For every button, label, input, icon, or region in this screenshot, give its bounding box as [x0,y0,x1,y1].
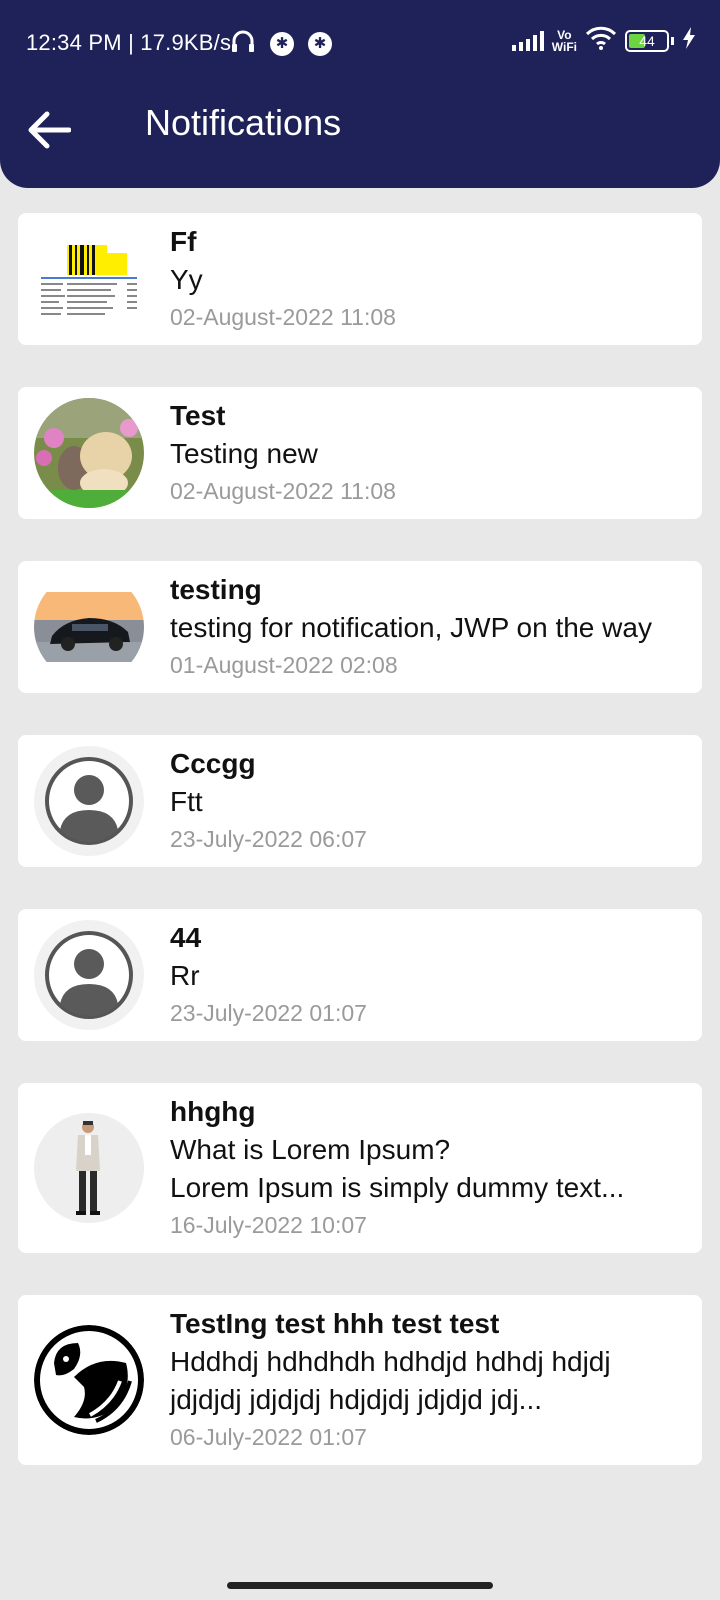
notification-body: Yy [170,264,203,295]
notification-date: 16-July-2022 10:07 [170,1212,367,1238]
notification-title: Ff [170,226,197,257]
notification-item[interactable]: Test Testing new 02-August-2022 11:08 [18,387,702,519]
battery-level: 44 [639,32,655,49]
notification-date: 02-August-2022 11:08 [170,304,396,330]
status-time: 12:34 PM | 17.9KB/s [26,30,232,55]
notification-date: 01-August-2022 02:08 [170,652,398,678]
notification-list: Ff Yy 02-August-2022 11:08 Test Testing … [18,213,702,1507]
charging-icon [682,27,696,54]
signal-icon [511,30,544,51]
gear-icon-2: ✱ [308,31,332,56]
notification-item[interactable]: Ff Yy 02-August-2022 11:08 [18,213,702,345]
arrow-left-icon [28,111,71,149]
notification-date: 06-July-2022 01:07 [170,1424,367,1450]
battery-icon: 44 [625,29,669,52]
logo-icon [34,1325,144,1435]
battery-cap [671,36,674,45]
notification-body: Hddhdj hdhdhdh hdhdjd hdhdj hdjdj jdjdjd… [170,1346,611,1415]
notification-item[interactable]: testing testing for notification, JWP on… [18,561,702,693]
status-right: Vo WiFi 44 [511,26,696,55]
vowifi-icon: Vo WiFi [551,27,577,54]
notification-date: 23-July-2022 01:07 [170,1000,367,1026]
wifi-icon [585,26,617,55]
notification-body: testing for notification, JWP on the way [170,612,652,643]
headphones-icon [230,28,256,59]
notification-thumbnail [34,1113,144,1223]
notification-body: What is Lorem Ipsum? Lorem Ipsum is simp… [170,1134,625,1203]
notification-date: 02-August-2022 11:08 [170,478,396,504]
status-icons-left: ✱ ✱ [230,28,332,59]
back-button[interactable] [22,104,74,156]
status-bar: 12:34 PM | 17.9KB/s ✱ ✱ Vo WiFi 44 [0,0,720,86]
notification-item[interactable]: Cccgg Ftt 23-July-2022 06:07 [18,735,702,867]
notification-title: Cccgg [170,748,256,779]
notification-title: 44 [170,922,202,953]
notification-item[interactable]: hhghg What is Lorem Ipsum? Lorem Ipsum i… [18,1083,702,1253]
notification-body: Rr [170,960,200,991]
default-avatar-icon [34,920,144,1030]
gear-icon: ✱ [270,31,294,56]
notification-item[interactable]: 44 Rr 23-July-2022 01:07 [18,909,702,1041]
notification-body: Ftt [170,786,203,817]
notification-body: Testing new [170,438,318,469]
notification-title: TestIng test hhh test test [170,1308,500,1339]
notification-title: Test [170,400,226,431]
notification-thumbnail [34,224,144,334]
notification-date: 23-July-2022 06:07 [170,826,367,852]
notification-thumbnail [34,398,144,508]
default-avatar-icon [34,746,144,856]
page-title: Notifications [145,102,342,143]
notification-thumbnail [34,572,144,682]
gesture-navigation-bar[interactable] [227,1582,493,1589]
app-bar: 12:34 PM | 17.9KB/s ✱ ✱ Vo WiFi 44 Notif… [0,0,720,188]
notification-title: hhghg [170,1096,256,1127]
notification-item[interactable]: TestIng test hhh test test Hddhdj hdhdhd… [18,1295,702,1465]
notification-title: testing [170,574,262,605]
